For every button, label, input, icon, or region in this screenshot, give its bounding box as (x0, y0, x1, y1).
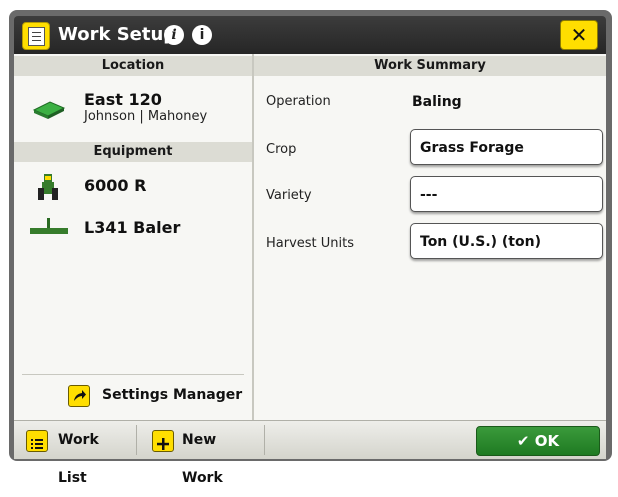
variety-label: Variety (266, 188, 312, 203)
close-icon: ✕ (570, 23, 588, 47)
footer-toolbar: Work List New Work ✔ OK (14, 420, 606, 486)
work-setup-app-icon (22, 22, 50, 50)
list-icon (26, 430, 48, 452)
main-content: Location East 120 Johnson | Mahoney Equi… (14, 54, 606, 420)
location-header: Location (14, 56, 252, 76)
baler-icon (30, 218, 68, 242)
equipment-baler-name[interactable]: L341 Baler (84, 218, 180, 237)
window-title: Work Setup (58, 24, 177, 45)
footer-divider (136, 425, 137, 455)
settings-manager-label: Settings Manager (102, 387, 243, 403)
harvest-units-field[interactable]: Ton (U.S.) (ton) (410, 223, 603, 259)
variety-field[interactable]: --- (410, 176, 603, 212)
harvest-units-label: Harvest Units (266, 236, 355, 251)
info-icon[interactable]: i (192, 25, 212, 45)
field-icon (32, 98, 66, 124)
settings-manager-button[interactable]: Settings Manager (22, 374, 244, 415)
operation-value: Baling (412, 94, 462, 110)
title-bar: Work Setup i i ✕ (14, 16, 606, 54)
equipment-header: Equipment (14, 142, 252, 162)
plus-icon (152, 430, 174, 452)
location-info[interactable]: East 120 Johnson | Mahoney (84, 90, 207, 124)
location-name: East 120 (84, 90, 162, 109)
tractor-icon (36, 172, 60, 206)
new-work-label: New Work (182, 432, 223, 486)
crop-field[interactable]: Grass Forage (410, 129, 603, 165)
work-list-label: Work List (58, 432, 99, 486)
left-panel: Location East 120 Johnson | Mahoney Equi… (14, 54, 254, 420)
ok-label: OK (534, 432, 560, 450)
location-owner: Johnson | Mahoney (84, 109, 208, 124)
ok-button[interactable]: ✔ OK (476, 426, 600, 456)
work-list-button[interactable]: Work List (22, 421, 132, 486)
crop-label: Crop (266, 142, 297, 157)
help-icon[interactable]: i (164, 25, 184, 45)
arrow-redirect-icon (68, 385, 90, 407)
work-summary-header: Work Summary (254, 56, 606, 76)
new-work-button[interactable]: New Work (144, 421, 258, 486)
work-summary-panel: Work Summary Operation Baling Crop Grass… (254, 54, 606, 420)
equipment-tractor-name[interactable]: 6000 R (84, 176, 146, 195)
checkmark-icon: ✔ (516, 432, 530, 450)
operation-label: Operation (266, 94, 331, 109)
footer-divider-2 (264, 425, 265, 455)
close-button[interactable]: ✕ (560, 20, 598, 50)
